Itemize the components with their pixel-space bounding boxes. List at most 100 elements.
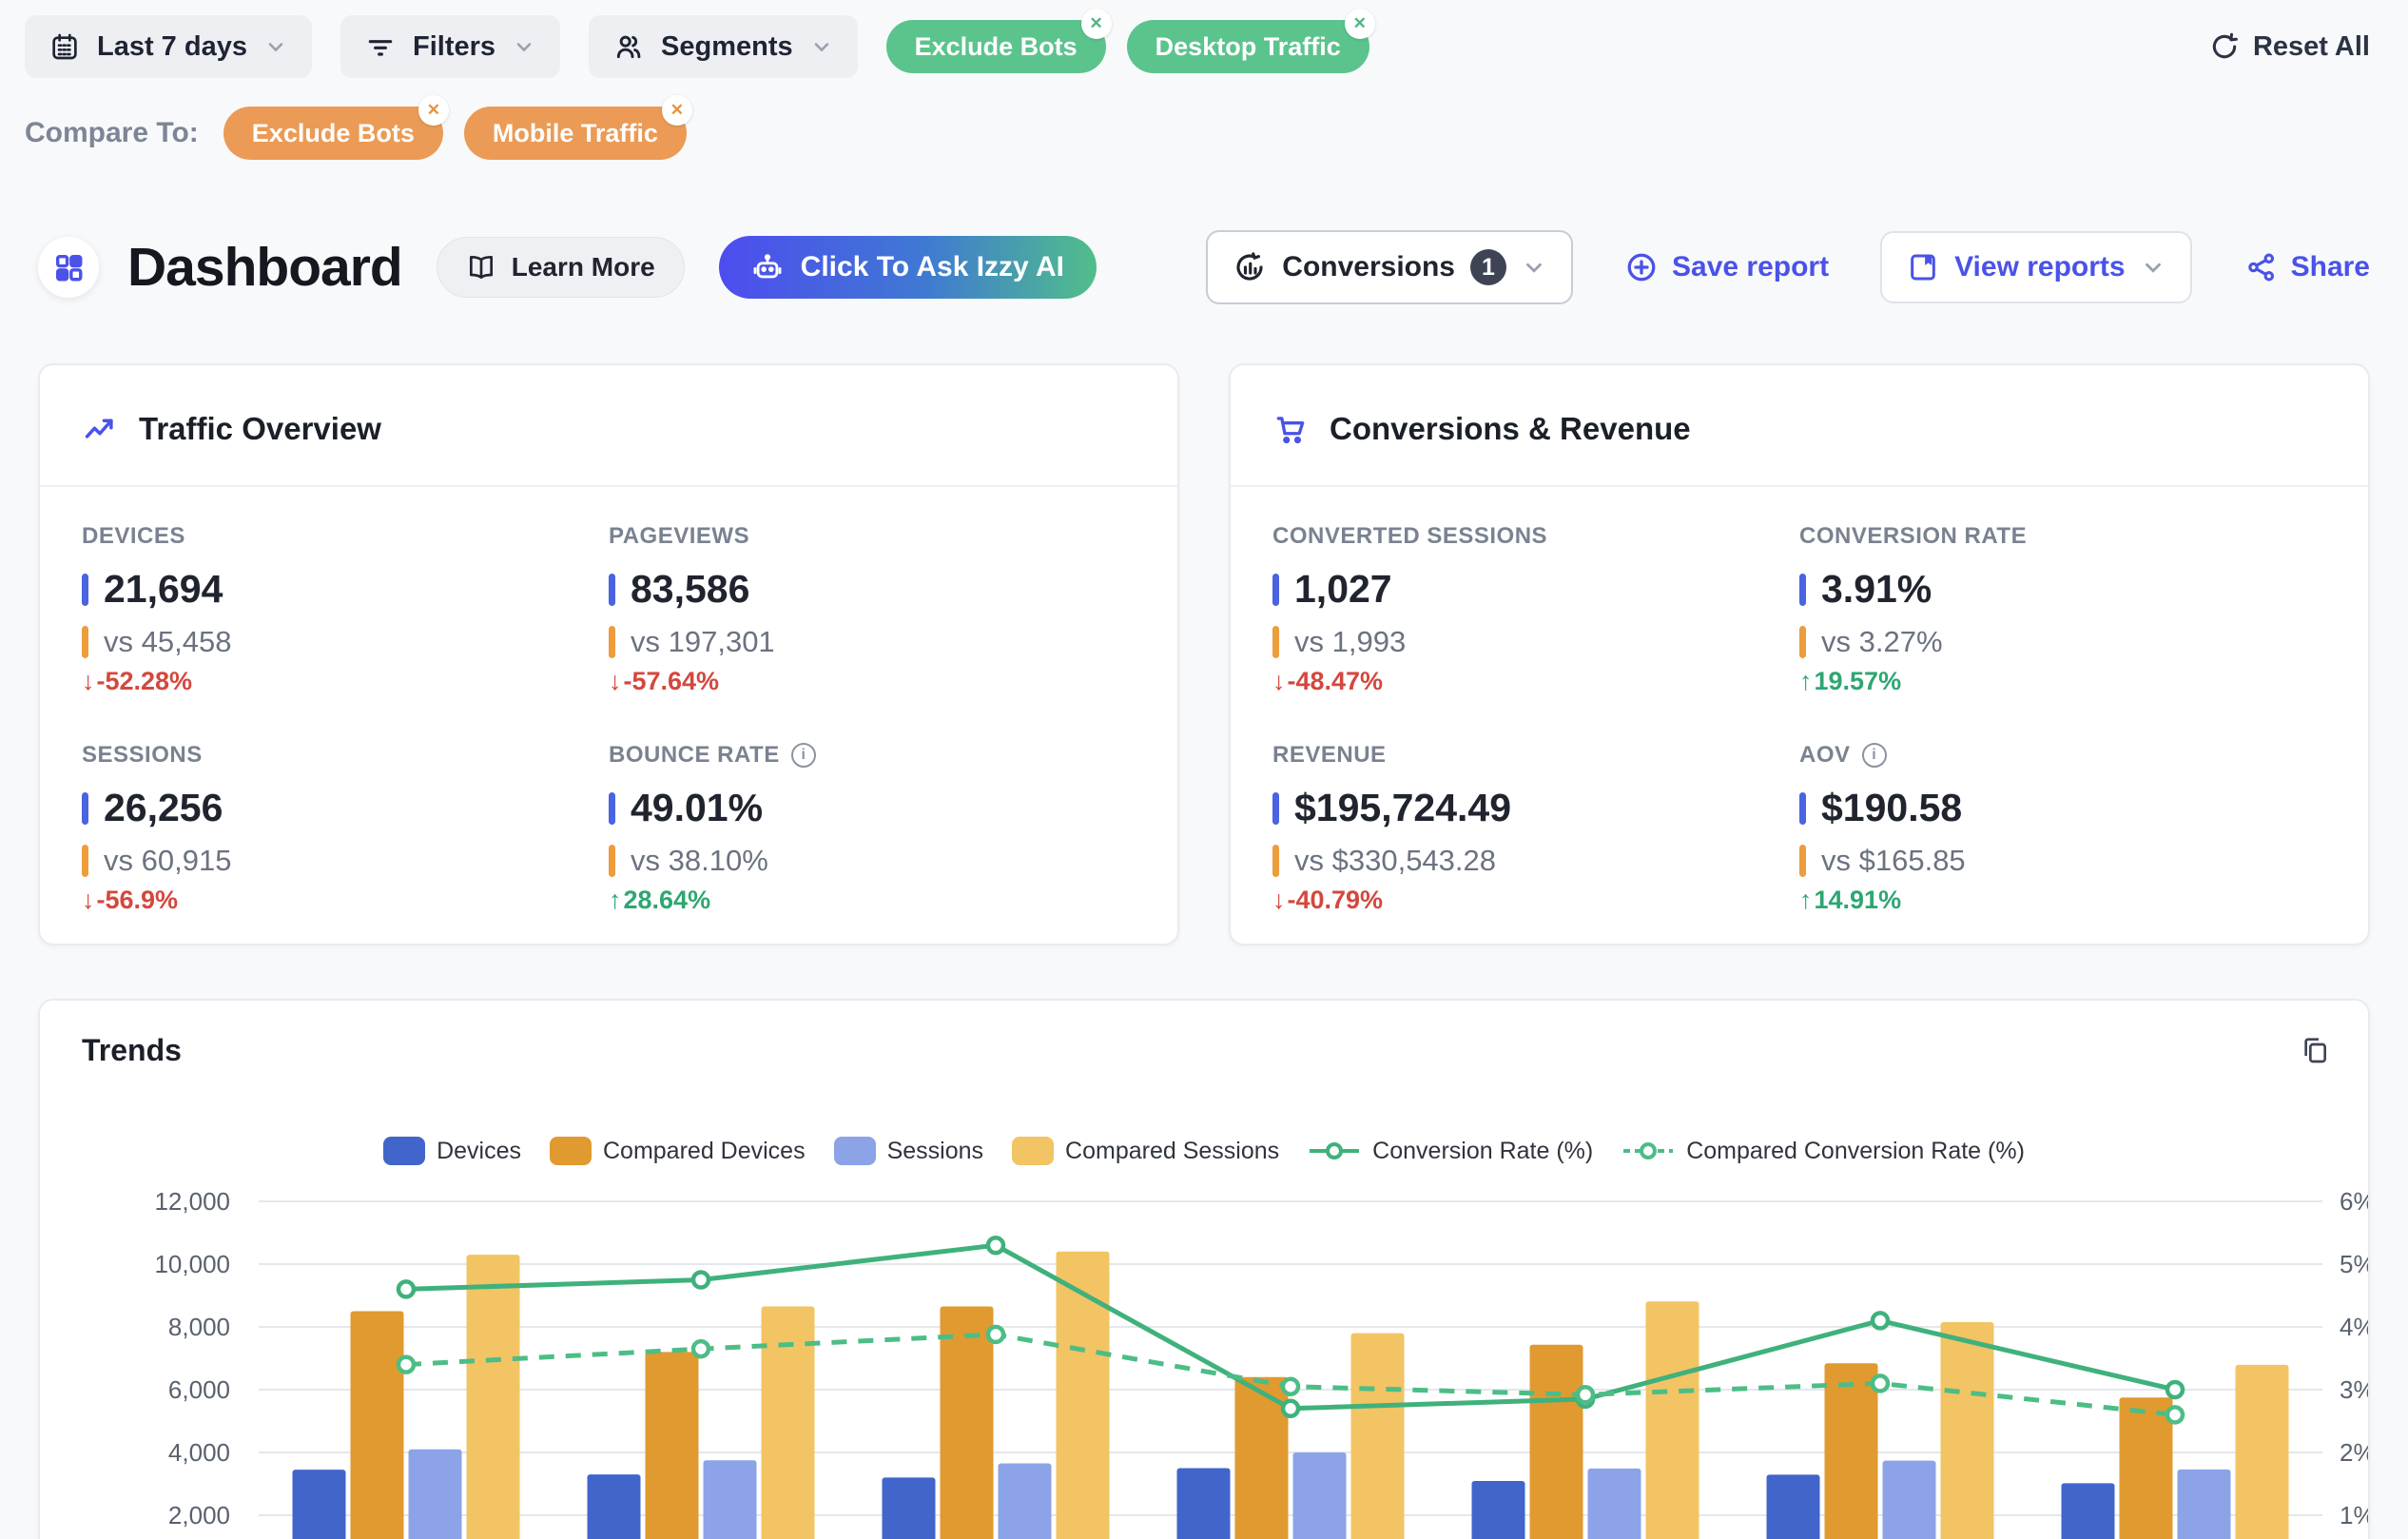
filters-button[interactable]: Filters	[340, 15, 560, 78]
bar-devices[interactable]	[588, 1474, 641, 1539]
metric: SESSIONS26,256vs 60,915↓-56.9%	[82, 742, 609, 915]
remove-segment-icon[interactable]: ✕	[1081, 9, 1112, 39]
save-report-button[interactable]: Save report	[1624, 250, 1829, 284]
bar-compared-devices[interactable]	[646, 1352, 699, 1539]
compare-pill-mobile-traffic[interactable]: Mobile Traffic ✕	[464, 107, 687, 160]
bar-devices[interactable]	[1767, 1474, 1820, 1539]
line-marker[interactable]	[988, 1327, 1003, 1342]
right-axis-tick: 6%	[2340, 1187, 2370, 1216]
metric-value: 26,256	[104, 786, 223, 830]
remove-compare-icon[interactable]: ✕	[662, 95, 692, 126]
report-bookmark-icon	[1907, 251, 1939, 283]
chevron-down-icon	[264, 35, 287, 58]
segment-pill-exclude-bots[interactable]: Exclude Bots ✕	[886, 20, 1106, 73]
save-report-label: Save report	[1672, 251, 1829, 283]
line-marker[interactable]	[988, 1237, 1003, 1253]
current-period-marker	[609, 792, 615, 825]
bar-sessions[interactable]	[1883, 1461, 1936, 1539]
bar-devices[interactable]	[2062, 1483, 2115, 1539]
line-marker[interactable]	[398, 1357, 414, 1373]
metric-delta-value: -57.64%	[624, 667, 720, 696]
bar-compared-devices[interactable]	[351, 1312, 404, 1539]
bar-sessions[interactable]	[704, 1460, 757, 1539]
bar-devices[interactable]	[883, 1477, 936, 1539]
segments-button[interactable]: Segments	[589, 15, 858, 78]
bar-compared-sessions[interactable]	[1351, 1334, 1405, 1539]
line-marker[interactable]	[1873, 1313, 1888, 1328]
bar-compared-devices[interactable]	[941, 1307, 994, 1539]
line-marker[interactable]	[1578, 1387, 1593, 1402]
trending-up-icon	[82, 411, 118, 447]
bar-compared-devices[interactable]	[1530, 1345, 1583, 1539]
metric-delta-value: -40.79%	[1288, 886, 1384, 915]
bar-sessions[interactable]	[2178, 1470, 2231, 1539]
remove-segment-icon[interactable]: ✕	[1345, 9, 1375, 39]
metric-value: 83,586	[631, 567, 749, 612]
metric-compare-value: vs 60,915	[104, 844, 231, 878]
legend-line-marker	[1622, 1139, 1675, 1163]
share-button[interactable]: Share	[2245, 251, 2370, 283]
bar-devices[interactable]	[293, 1470, 346, 1539]
date-range-button[interactable]: Last 7 days	[25, 15, 312, 78]
bar-compared-sessions[interactable]	[1646, 1301, 1699, 1539]
bar-sessions[interactable]	[1293, 1452, 1347, 1539]
ask-izzy-ai-button[interactable]: Click To Ask Izzy AI	[719, 236, 1097, 299]
filters-label: Filters	[413, 31, 495, 63]
metric: PAGEVIEWS83,586vs 197,301↓-57.64%	[609, 523, 1136, 696]
line-marker[interactable]	[1283, 1379, 1298, 1394]
current-period-marker	[609, 574, 615, 606]
conversions-selector-button[interactable]: Conversions 1	[1206, 230, 1573, 304]
metric: BOUNCE RATEi49.01%vs 38.10%↑28.64%	[609, 742, 1136, 915]
line-marker[interactable]	[398, 1281, 414, 1296]
copy-icon[interactable]	[2300, 1035, 2330, 1065]
metric-label: PAGEVIEWS	[609, 523, 749, 550]
metric-delta-value: -52.28%	[97, 667, 193, 696]
bar-compared-devices[interactable]	[1825, 1363, 1878, 1539]
segments-people-icon	[613, 31, 644, 62]
legend-item-sessions[interactable]: Sessions	[834, 1137, 983, 1165]
legend-line-marker	[1308, 1139, 1361, 1163]
dashboard-grid-icon	[38, 237, 99, 298]
trends-chart[interactable]: 2,0001%4,0002%6,0003%8,0004%10,0005%12,0…	[40, 1173, 2370, 1539]
legend-item-compared-devices[interactable]: Compared Devices	[550, 1137, 806, 1165]
learn-more-button[interactable]: Learn More	[437, 237, 685, 298]
line-marker[interactable]	[693, 1273, 709, 1288]
bar-devices[interactable]	[1472, 1481, 1525, 1539]
legend-item-conversion-rate[interactable]: Conversion Rate (%)	[1308, 1138, 1593, 1165]
segment-pill-desktop-traffic[interactable]: Desktop Traffic ✕	[1127, 20, 1369, 73]
bar-sessions[interactable]	[999, 1464, 1052, 1539]
legend-item-compared-conversion-rate[interactable]: Compared Conversion Rate (%)	[1622, 1138, 2025, 1165]
conversions-revenue-header: Conversions & Revenue	[1231, 365, 2368, 485]
conversions-metric-grid: CONVERTED SESSIONS1,027vs 1,993↓-48.47%C…	[1231, 487, 2368, 915]
line-marker[interactable]	[1873, 1375, 1888, 1391]
info-icon[interactable]: i	[1862, 743, 1887, 768]
reset-all-label: Reset All	[2253, 31, 2370, 63]
legend-swatch	[550, 1137, 592, 1165]
legend-item-compared-sessions[interactable]: Compared Sessions	[1012, 1137, 1279, 1165]
view-reports-button[interactable]: View reports	[1880, 231, 2192, 303]
bar-compared-sessions[interactable]	[1941, 1322, 1994, 1539]
metric-label: REVENUE	[1272, 742, 1387, 769]
arrow-down-icon: ↓	[82, 886, 95, 915]
line-marker[interactable]	[2167, 1407, 2183, 1422]
segments-label: Segments	[661, 31, 793, 63]
metric-delta: ↑28.64%	[609, 886, 1136, 915]
right-axis-tick: 5%	[2340, 1250, 2370, 1278]
bar-sessions[interactable]	[1588, 1469, 1641, 1539]
bar-compared-sessions[interactable]	[467, 1255, 520, 1539]
line-marker[interactable]	[693, 1341, 709, 1356]
info-icon[interactable]: i	[791, 743, 816, 768]
reset-all-button[interactable]: Reset All	[2209, 31, 2370, 63]
line-marker[interactable]	[2167, 1382, 2183, 1397]
remove-compare-icon[interactable]: ✕	[418, 95, 449, 126]
bar-compared-sessions[interactable]	[2236, 1365, 2289, 1539]
left-axis-tick: 6,000	[168, 1375, 230, 1404]
bar-compared-devices[interactable]	[2120, 1397, 2173, 1539]
line-marker[interactable]	[1283, 1401, 1298, 1416]
bar-sessions[interactable]	[409, 1450, 462, 1539]
metric-value: 21,694	[104, 567, 223, 612]
bar-devices[interactable]	[1177, 1469, 1231, 1539]
legend-item-devices[interactable]: Devices	[383, 1137, 521, 1165]
compare-pill-exclude-bots[interactable]: Exclude Bots ✕	[223, 107, 443, 160]
compare-period-marker	[609, 626, 615, 658]
